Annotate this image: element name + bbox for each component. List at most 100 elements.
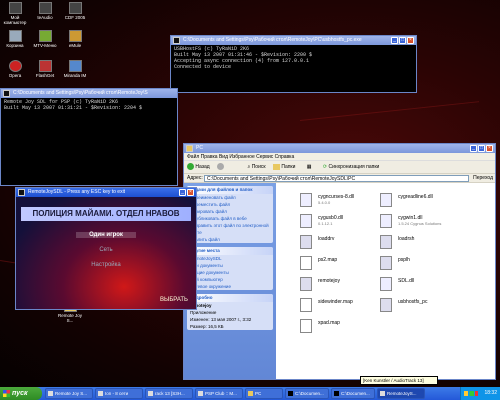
miranda-icon [68, 60, 82, 72]
windows-logo-icon [3, 390, 10, 397]
back-button[interactable]: Назад [195, 164, 209, 170]
emule-icon [68, 30, 82, 42]
dll-file-icon [300, 214, 312, 228]
remotejoy-console-window[interactable]: C:\Documents and Settings\Psy\Рабочий ст… [0, 88, 178, 186]
forward-arrow-icon[interactable] [217, 163, 225, 171]
usbhostfs-console-window[interactable]: C:\Documents and Settings\Psy\Рабочий ст… [170, 35, 417, 93]
file-item[interactable]: loaddrv [300, 232, 380, 252]
desktop-icon-mtv[interactable]: MTV-Меню [30, 30, 60, 48]
file-item[interactable]: SDL.dll [380, 274, 460, 294]
desktop-icon-cdf[interactable]: CDF 2005 [60, 2, 90, 20]
details-name: remotejoy [190, 303, 212, 308]
file-item[interactable]: cygusb0.dll 0.1.12.1 [300, 211, 380, 231]
console-output[interactable]: USBHostFS (c) TyRaNiD 2K6 Built May 13 20… [171, 45, 416, 92]
task-email[interactable]: Отправить этот файл по электронной почте [187, 222, 273, 236]
desktop-icon-my-computer[interactable]: Мой компьютер [0, 2, 30, 25]
taskbar-button-remotejoy-sdl[interactable]: RemoteJoyS... [377, 388, 425, 399]
folders-button[interactable]: Папки [281, 164, 295, 170]
task-rename[interactable]: Переименовать файл [187, 194, 273, 201]
app-icon [38, 30, 52, 42]
menu-item-network[interactable]: Сеть [76, 247, 136, 253]
file-item[interactable]: cygreadline6.dll [380, 190, 460, 210]
desktop-icon-recycle-bin[interactable]: Корзина [0, 30, 30, 48]
menu-item-single-player[interactable]: Один игрок [76, 232, 136, 238]
menu-item-settings[interactable]: Настройка [76, 262, 136, 268]
explorer-window[interactable]: PC _ □ × Файл Правка Вид Избранное Серви… [183, 143, 496, 380]
task-move[interactable]: Переместить файл [187, 201, 273, 208]
desktop-icon-miranda[interactable]: Miranda IM [60, 60, 90, 78]
file-item[interactable]: sidewinder.map [300, 295, 380, 315]
close-button[interactable]: × [407, 37, 414, 44]
file-item[interactable]: loadrsh [380, 232, 460, 252]
place-my-computer[interactable]: Мой компьютер [187, 276, 273, 283]
title-bar[interactable]: PC _ □ × [184, 144, 495, 153]
views-icon[interactable]: ▦ [307, 164, 312, 170]
window-icon [98, 391, 103, 396]
place-remotejoysdl[interactable]: RemoteJoySDL [187, 255, 273, 262]
taskbar-button-pc[interactable]: PC [245, 388, 283, 399]
panel-header[interactable]: Задачи для файлов и папок [187, 186, 273, 194]
desktop-icon-teaudio[interactable]: teAudio [30, 2, 60, 20]
console-icon [3, 90, 10, 97]
taskbar-button-rack[interactable]: rack 13 [S3H... [145, 388, 193, 399]
task-copy[interactable]: Копировать файл [187, 208, 273, 215]
maximize-button[interactable]: □ [399, 37, 406, 44]
taskbar-button-remotejoy[interactable]: Remote Joy S... [45, 388, 93, 399]
title-bar[interactable]: RemoteJoySDL - Press any ESC key to exit… [16, 188, 196, 197]
map-file-icon [300, 319, 312, 333]
title-bar[interactable]: C:\Documents and Settings\Psy\Рабочий ст… [1, 89, 177, 98]
select-button[interactable]: ВЫБРАТЬ [160, 297, 188, 303]
file-item[interactable]: cygwin1.dll 1.5.24 Cygnus Solutions [380, 211, 460, 231]
dll-file-icon [380, 277, 392, 291]
panel-header[interactable]: Другие места [187, 247, 273, 255]
tray-icons[interactable] [464, 391, 478, 396]
go-button[interactable]: Переход [473, 174, 493, 183]
start-button[interactable]: пуск [0, 387, 42, 400]
file-item[interactable]: usbhostfs_pc [380, 295, 460, 315]
taskbar-button-ion[interactable]: Ion - 8 сети [95, 388, 143, 399]
place-network[interactable]: Сетевое окружение [187, 283, 273, 290]
search-button[interactable]: Поиск [252, 164, 266, 170]
address-field[interactable]: C:\Documents and Settings\Psy\Рабочий ст… [204, 175, 469, 182]
place-shared-documents[interactable]: Общие документы [187, 269, 273, 276]
wallpaper-scratch [299, 101, 480, 121]
title-bar[interactable]: C:\Documents and Settings\Psy\Рабочий ст… [171, 36, 416, 45]
details-panel: Подробно remotejoy Приложение Изменен: 1… [187, 294, 273, 330]
minimize-button[interactable]: _ [470, 145, 477, 152]
game-screen[interactable]: ПОЛИЦИЯ МАЙАМИ. ОТДЕЛ НРАВОВ Один игрок … [16, 197, 196, 309]
desktop-icon-emule[interactable]: eMule [60, 30, 90, 48]
taskbar-button-pspclub[interactable]: PSP Club :: M... [195, 388, 243, 399]
map-file-icon [300, 298, 312, 312]
app-icon [18, 189, 25, 196]
file-item[interactable]: ps2.map [300, 253, 380, 273]
place-my-documents[interactable]: Мои документы [187, 262, 273, 269]
task-pane: Задачи для файлов и папок Переименовать … [184, 183, 276, 379]
close-button[interactable]: × [187, 189, 194, 196]
file-item[interactable]: cygncurses-8.dll 5.4.0.0 [300, 190, 380, 210]
console-icon [173, 37, 180, 44]
computer-icon [8, 2, 22, 14]
task-publish[interactable]: Опубликовать файл в вебе [187, 215, 273, 222]
console-output[interactable]: Remote Joy SDL for PSP (c) TyRaNiD 2K6 Bu… [1, 98, 177, 185]
panel-header[interactable]: Подробно [187, 294, 273, 302]
clock[interactable]: 18:32 [484, 390, 497, 396]
file-item[interactable]: remotejoy [300, 274, 380, 294]
desktop-icon-opera[interactable]: Opera [0, 60, 30, 78]
desktop: Мой компьютер teAudio CDF 2005 Корзина M… [0, 0, 500, 387]
taskbar-button-console-2[interactable]: C:\Documen... [331, 388, 375, 399]
maximize-button[interactable]: □ [478, 145, 485, 152]
file-item[interactable]: xpad.map [300, 316, 380, 336]
remotejoy-game-window[interactable]: RemoteJoySDL - Press any ESC key to exit… [15, 187, 197, 310]
folders-icon [272, 163, 280, 170]
window-icon [198, 391, 203, 396]
task-delete[interactable]: Удалить файл [187, 236, 273, 243]
minimize-button[interactable]: _ [391, 37, 398, 44]
file-item[interactable]: psplh [380, 253, 460, 273]
sync-button[interactable]: Синхронизация папки [329, 164, 380, 170]
taskbar-button-console-1[interactable]: C:\Documen... [285, 388, 329, 399]
menu-bar[interactable]: Файл Правка Вид Избранное Сервис Справка [184, 153, 495, 161]
desktop-icon-flashget[interactable]: FlashGet [30, 60, 60, 78]
minimize-button[interactable]: _ [179, 189, 186, 196]
close-button[interactable]: × [486, 145, 493, 152]
exe-file-icon [300, 277, 312, 291]
